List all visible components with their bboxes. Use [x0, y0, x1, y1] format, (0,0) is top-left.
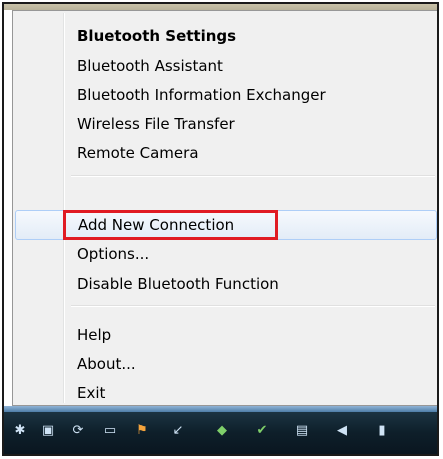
check-icon[interactable]: ✔ [254, 424, 270, 438]
menu-item-bluetooth-information-exchanger[interactable]: Bluetooth Information Exchanger [15, 80, 437, 110]
menu-item-disable-bluetooth-function[interactable]: Disable Bluetooth Function [15, 269, 437, 299]
menu-item-wireless-file-transfer[interactable]: Wireless File Transfer [15, 109, 437, 139]
monitor-icon[interactable]: ▤ [294, 424, 310, 438]
battery-icon[interactable]: ▭ [102, 424, 118, 438]
arrow-icon[interactable]: ↙ [170, 424, 186, 438]
flag-icon[interactable]: ⚑ [134, 424, 150, 438]
taskbar-top-strip [4, 406, 437, 412]
shield-icon[interactable]: ◆ [214, 424, 230, 438]
signal-icon[interactable]: ▮ [374, 424, 390, 438]
menu-item-add-new-connection[interactable]: Add New Connection [15, 210, 437, 240]
network-icon[interactable]: ▣ [40, 424, 56, 438]
menu-separator [71, 175, 435, 177]
menu-separator [71, 305, 435, 307]
menu-item-exit[interactable]: Exit [15, 378, 437, 408]
menu-item-about[interactable]: About... [15, 349, 437, 379]
volume-icon[interactable]: ◀ [334, 424, 350, 438]
menu-item-options[interactable]: Options... [15, 239, 437, 269]
taskbar: ✱ ▣ ⟳ ▭ ⚑ ↙ ◆ ✔ ▤ ◀ ▮ [4, 406, 437, 454]
bluetooth-context-menu: Bluetooth Settings Bluetooth Assistant B… [12, 10, 437, 408]
bluetooth-icon[interactable]: ✱ [12, 424, 28, 438]
menu-item-remote-camera[interactable]: Remote Camera [15, 138, 437, 168]
menu-item-help[interactable]: Help [15, 320, 437, 350]
screenshot-frame: Bluetooth Settings Bluetooth Assistant B… [2, 2, 439, 456]
menu-item-label: Add New Connection [78, 216, 235, 234]
menu-item-bluetooth-assistant[interactable]: Bluetooth Assistant [15, 51, 437, 81]
sync-icon[interactable]: ⟳ [70, 424, 86, 438]
menu-item-bluetooth-settings[interactable]: Bluetooth Settings [15, 21, 437, 51]
